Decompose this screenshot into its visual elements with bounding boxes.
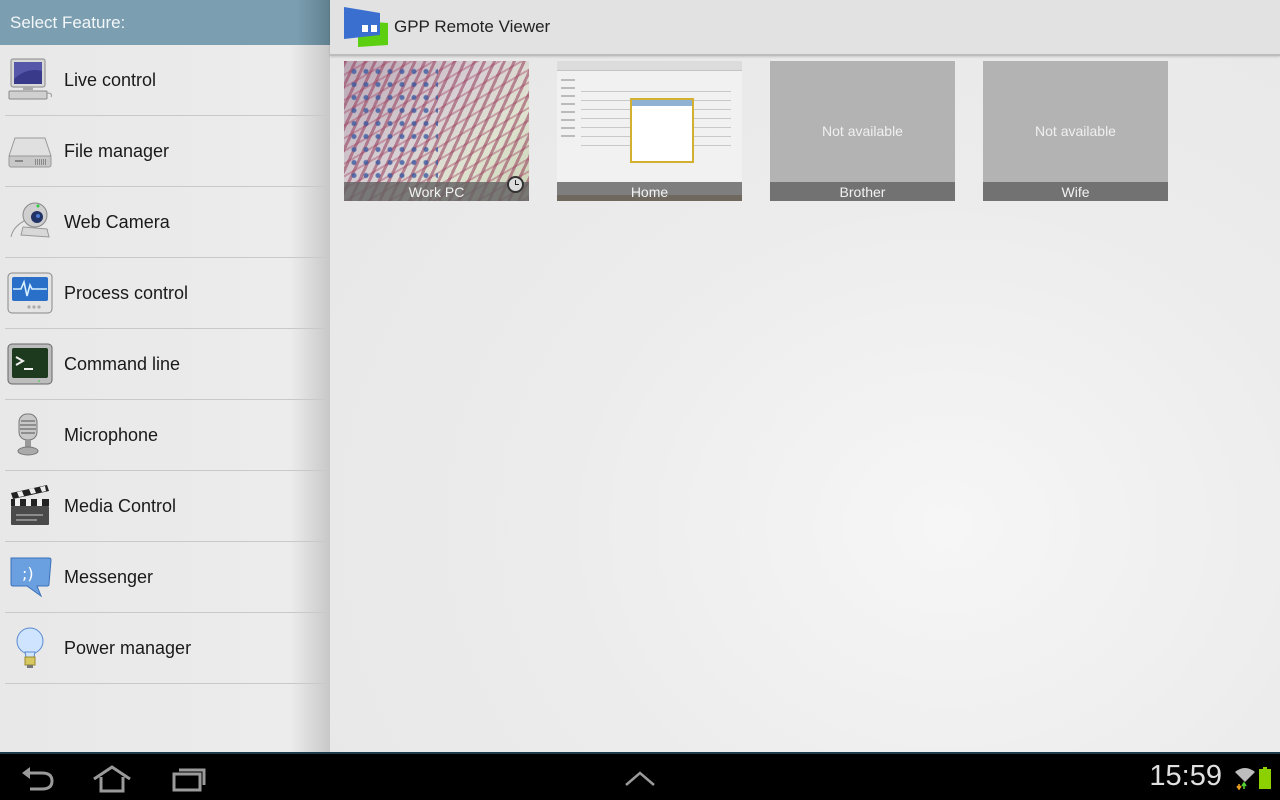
status-time: 15:59 xyxy=(1149,760,1222,792)
computer-name: Work PC xyxy=(344,182,529,201)
screen-thumbnail xyxy=(557,61,742,201)
sidebar-item-label: File manager xyxy=(64,140,170,161)
computer-icon xyxy=(6,56,54,104)
clapperboard-icon xyxy=(6,482,54,530)
app-title: GPP Remote Viewer xyxy=(394,17,551,36)
sidebar-item-web-camera[interactable]: Web Camera xyxy=(5,187,325,258)
sidebar-item-file-manager[interactable]: File manager xyxy=(5,116,325,187)
sidebar-item-media-control[interactable]: Media Control xyxy=(5,471,325,542)
main-panel: GPP Remote Viewer Work PC Home Not avail… xyxy=(330,0,1280,752)
wifi-icon xyxy=(1235,768,1255,790)
sidebar-header: Select Feature: xyxy=(0,0,330,45)
chevron-up-icon xyxy=(625,771,655,786)
sidebar-item-messenger[interactable]: ;) Messenger xyxy=(5,542,325,613)
microphone-icon xyxy=(6,411,54,459)
feature-sidebar: Select Feature: Live control File manage… xyxy=(0,0,330,752)
system-navigation-bar: 15:59 xyxy=(0,752,1280,800)
recent-apps-icon xyxy=(172,768,206,792)
heartbeat-monitor-icon xyxy=(6,269,54,317)
computer-name: Brother xyxy=(770,182,955,201)
light-bulb-icon xyxy=(6,624,54,672)
sidebar-item-label: Microphone xyxy=(64,424,159,445)
back-icon xyxy=(22,767,54,791)
sidebar-item-label: Media Control xyxy=(64,495,177,516)
sidebar-item-label: Live control xyxy=(64,69,157,90)
sidebar-item-command-line[interactable]: Command line xyxy=(5,329,325,400)
battery-icon xyxy=(1259,767,1271,789)
computer-name: Wife xyxy=(983,182,1168,201)
recent-apps-button[interactable] xyxy=(166,762,210,796)
sidebar-item-live-control[interactable]: Live control xyxy=(5,45,325,116)
screen-thumbnail xyxy=(344,61,529,201)
computer-tile-brother[interactable]: Not available Brother xyxy=(770,61,955,201)
computer-tile-work-pc[interactable]: Work PC xyxy=(344,61,529,201)
home-button[interactable] xyxy=(90,762,134,796)
sidebar-item-label: Process control xyxy=(64,282,189,303)
sidebar-item-microphone[interactable]: Microphone xyxy=(5,400,325,471)
computer-tile-home[interactable]: Home xyxy=(557,61,742,201)
action-bar: GPP Remote Viewer xyxy=(330,0,1280,56)
clock-icon xyxy=(507,176,524,193)
hard-drive-icon xyxy=(6,127,54,175)
terminal-icon xyxy=(6,340,54,388)
computer-tile-wife[interactable]: Not available Wife xyxy=(983,61,1168,201)
app-logo-icon xyxy=(344,7,388,47)
sidebar-item-label: Messenger xyxy=(64,566,154,587)
status-text: Not available xyxy=(1035,123,1116,139)
expand-button[interactable] xyxy=(618,762,662,796)
chat-bubble-icon: ;) xyxy=(6,553,54,601)
thumbnail-sidebar xyxy=(561,79,575,139)
computer-name: Home xyxy=(557,182,742,201)
sidebar-item-process-control[interactable]: Process control xyxy=(5,258,325,329)
thumbnail-dialog xyxy=(630,98,694,163)
svg-text:;): ;) xyxy=(22,564,34,583)
thumbnail-browser-bar xyxy=(557,61,742,71)
desktop-icons xyxy=(348,65,438,180)
sidebar-item-label: Command line xyxy=(64,353,181,374)
sidebar-item-label: Power manager xyxy=(64,637,192,658)
sidebar-item-label: Web Camera xyxy=(64,211,170,232)
sidebar-item-power-manager[interactable]: Power manager xyxy=(5,613,325,684)
home-icon xyxy=(93,765,131,793)
webcam-icon xyxy=(6,198,54,246)
status-text: Not available xyxy=(822,123,903,139)
back-button[interactable] xyxy=(16,762,60,796)
